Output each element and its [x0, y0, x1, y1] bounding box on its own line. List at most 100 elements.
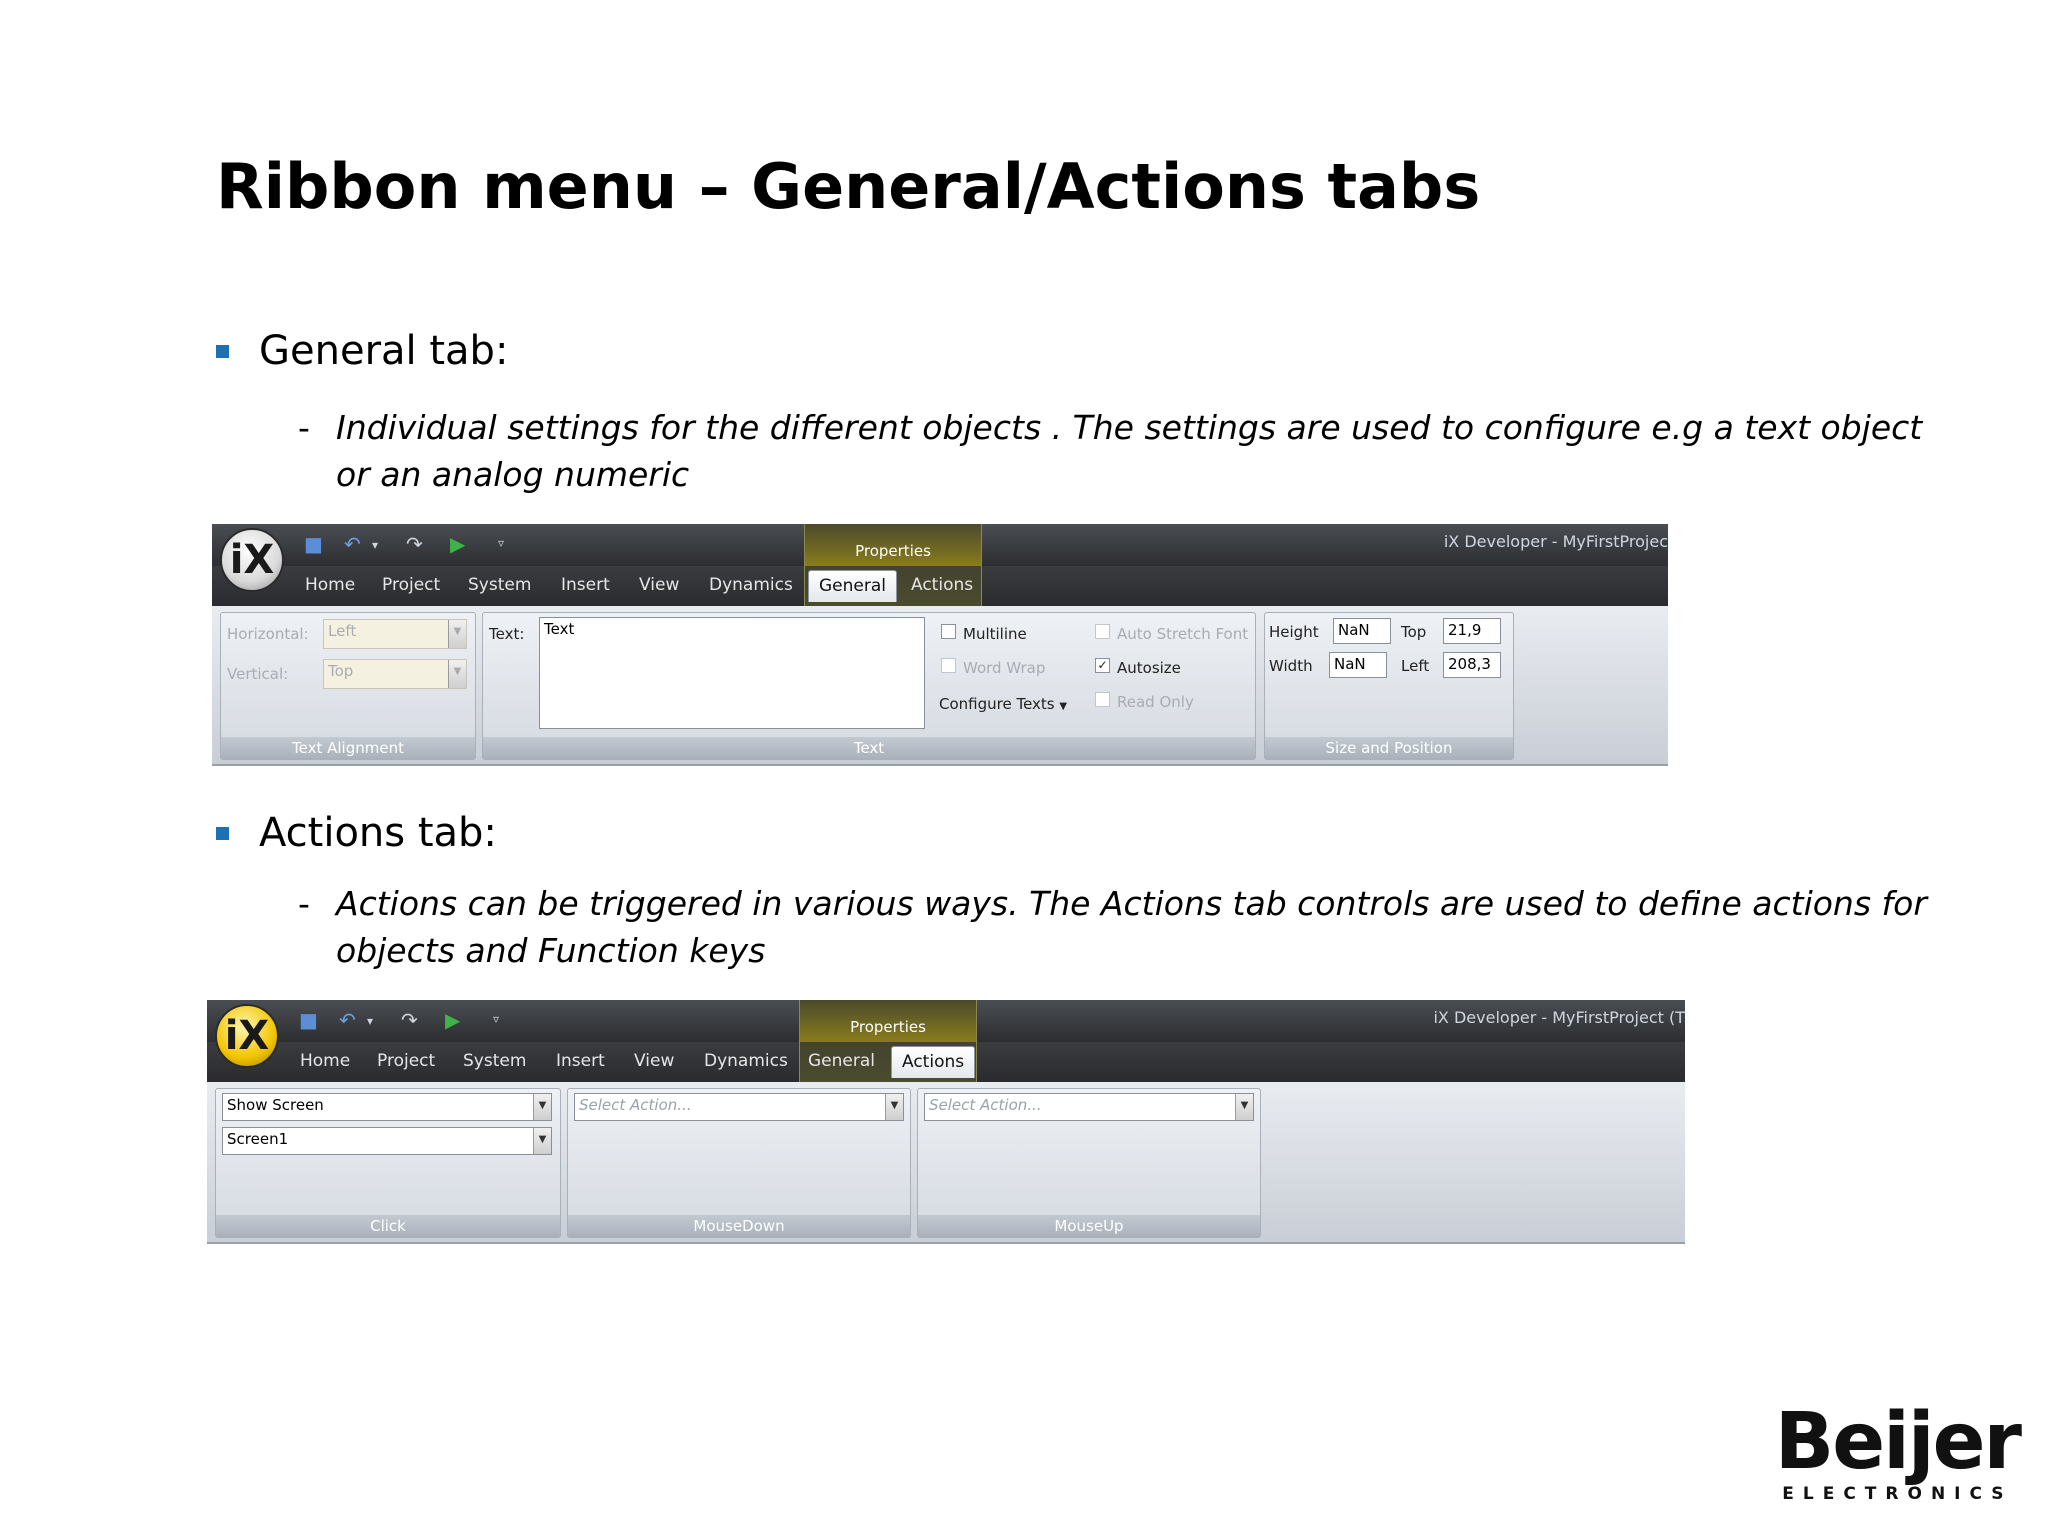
width-input[interactable]: NaN	[1329, 652, 1387, 678]
left-input[interactable]: 208,3	[1443, 652, 1501, 678]
group-mouseup: Select Action... ▼ MouseUp	[917, 1088, 1261, 1238]
tab-insert[interactable]: Insert	[561, 575, 610, 595]
mousedown-action-select[interactable]: Select Action... ▼	[574, 1093, 904, 1121]
read-only-label: Read Only	[1117, 693, 1194, 711]
chevron-down-icon[interactable]: ▼	[448, 660, 466, 688]
ix-logo-icon[interactable]: iX	[220, 528, 284, 592]
save-icon[interactable]: ■	[304, 532, 323, 556]
customize-toolbar-icon[interactable]: ▿	[498, 536, 504, 550]
autosize-checkbox[interactable]: ✓	[1095, 658, 1110, 673]
auto-stretch-font-checkbox[interactable]	[1095, 624, 1110, 639]
multiline-checkbox[interactable]	[941, 624, 956, 639]
text-input[interactable]: Text	[539, 617, 925, 729]
tab-dynamics[interactable]: Dynamics	[704, 1051, 788, 1071]
brand-sub: ELECTRONICS	[1782, 1484, 2013, 1504]
horizontal-label: Horizontal:	[227, 625, 309, 643]
vertical-label: Vertical:	[227, 665, 289, 683]
tab-insert[interactable]: Insert	[556, 1051, 605, 1071]
left-label: Left	[1401, 657, 1430, 675]
tab-dynamics[interactable]: Dynamics	[709, 575, 793, 595]
bullet-heading: General tab:	[259, 328, 509, 374]
height-label: Height	[1269, 623, 1319, 641]
undo-dropdown-icon[interactable]: ▾	[367, 1014, 373, 1028]
tab-actions[interactable]: Actions	[911, 575, 973, 595]
group-label: Text	[483, 737, 1255, 759]
horizontal-value: Left	[328, 622, 357, 640]
group-label: Size and Position	[1265, 737, 1513, 759]
tab-system[interactable]: System	[463, 1051, 526, 1071]
tab-system[interactable]: System	[468, 575, 531, 595]
click-action-value: Show Screen	[227, 1096, 324, 1114]
contextual-group-label: Properties	[805, 524, 981, 566]
mousedown-placeholder: Select Action...	[579, 1096, 692, 1114]
group-label: MouseUp	[918, 1215, 1260, 1237]
beijer-electronics-logo: Beijer ELECTRONICS	[1774, 1397, 2022, 1504]
mouseup-action-select[interactable]: Select Action... ▼	[924, 1093, 1254, 1121]
group-text: Text: Text Multiline Word Wrap Configure…	[482, 612, 1256, 760]
undo-icon[interactable]: ↶	[339, 1008, 356, 1032]
tab-actions[interactable]: Actions	[891, 1046, 976, 1078]
description-text: Individual settings for the different ob…	[336, 408, 1923, 494]
tab-general[interactable]: General	[808, 1051, 875, 1071]
chevron-down-icon[interactable]: ▼	[448, 620, 466, 648]
top-label: Top	[1401, 623, 1427, 641]
configure-texts-label: Configure Texts	[939, 695, 1055, 713]
configure-texts-button[interactable]: Configure Texts ▼	[939, 695, 1067, 713]
chevron-down-icon[interactable]: ▼	[1235, 1094, 1253, 1120]
undo-dropdown-icon[interactable]: ▾	[372, 538, 378, 552]
multiline-label: Multiline	[963, 625, 1027, 643]
vertical-value: Top	[328, 662, 354, 680]
vertical-select[interactable]: Top ▼	[323, 659, 467, 689]
bullet-square-icon	[216, 826, 229, 840]
tab-home[interactable]: Home	[305, 575, 355, 595]
redo-icon[interactable]: ↷	[401, 1008, 418, 1032]
app-title: iX Developer - MyFirstProject (T	[1433, 1008, 1685, 1027]
tab-view[interactable]: View	[639, 575, 679, 595]
tab-general[interactable]: General	[808, 570, 897, 602]
bullet-heading: Actions tab:	[259, 810, 497, 856]
height-input[interactable]: NaN	[1333, 618, 1391, 644]
undo-icon[interactable]: ↶	[344, 532, 361, 556]
mouseup-placeholder: Select Action...	[929, 1096, 1042, 1114]
chevron-down-icon[interactable]: ▼	[533, 1128, 551, 1154]
auto-stretch-font-label: Auto Stretch Font	[1117, 625, 1249, 643]
dash-marker: -	[298, 884, 310, 923]
chevron-down-icon: ▼	[1059, 701, 1068, 712]
slide-title: Ribbon menu – General/Actions tabs	[216, 150, 1481, 223]
dash-marker: -	[298, 408, 310, 447]
tab-home[interactable]: Home	[300, 1051, 350, 1071]
read-only-checkbox[interactable]	[1095, 692, 1110, 707]
ix-logo-icon[interactable]: iX	[215, 1004, 279, 1068]
click-target-select[interactable]: Screen1 ▼	[222, 1127, 552, 1155]
description-text: Actions can be triggered in various ways…	[336, 884, 1927, 970]
run-icon[interactable]: ▶	[450, 532, 465, 556]
bullet-square-icon	[216, 344, 229, 358]
app-title: iX Developer - MyFirstProjec	[1443, 532, 1668, 551]
group-text-alignment: Horizontal: Left ▼ Vertical: Top ▼ Text …	[220, 612, 476, 760]
tab-view[interactable]: View	[634, 1051, 674, 1071]
horizontal-select[interactable]: Left ▼	[323, 619, 467, 649]
bullet-general: General tab:	[216, 328, 508, 374]
word-wrap-label: Word Wrap	[963, 659, 1046, 677]
chevron-down-icon[interactable]: ▼	[885, 1094, 903, 1120]
group-label: Text Alignment	[221, 737, 475, 759]
group-size-position: Height NaN Top 21,9 Width NaN Left 208,3…	[1264, 612, 1514, 760]
text-value: Text	[544, 620, 575, 638]
brand-name: Beijer	[1774, 1397, 2022, 1487]
chevron-down-icon[interactable]: ▼	[533, 1094, 551, 1120]
word-wrap-checkbox[interactable]	[941, 658, 956, 673]
group-label: MouseDown	[568, 1215, 910, 1237]
run-icon[interactable]: ▶	[445, 1008, 460, 1032]
click-action-select[interactable]: Show Screen ▼	[222, 1093, 552, 1121]
click-target-value: Screen1	[227, 1130, 289, 1148]
top-input[interactable]: 21,9	[1443, 618, 1501, 644]
save-icon[interactable]: ■	[299, 1008, 318, 1032]
tab-project[interactable]: Project	[377, 1051, 435, 1071]
customize-toolbar-icon[interactable]: ▿	[493, 1012, 499, 1026]
tab-project[interactable]: Project	[382, 575, 440, 595]
ribbon-actions-screenshot: Properties iX ■ ↶ ▾ ↷ ▶ ▿ iX Developer -…	[207, 1000, 1685, 1244]
redo-icon[interactable]: ↷	[406, 532, 423, 556]
bullet-actions: Actions tab:	[216, 810, 497, 856]
group-label: Click	[216, 1215, 560, 1237]
group-mousedown: Select Action... ▼ MouseDown	[567, 1088, 911, 1238]
